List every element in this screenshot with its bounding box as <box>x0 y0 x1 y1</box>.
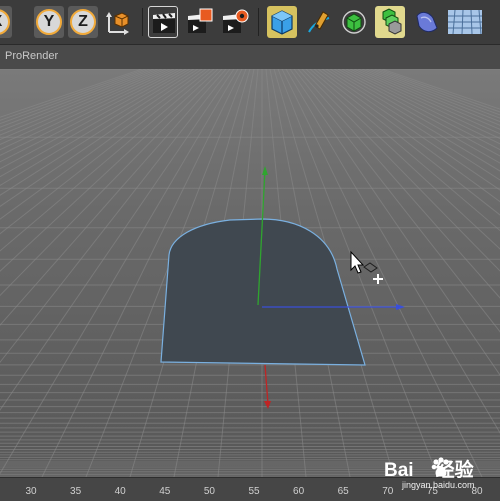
perspective-viewport[interactable] <box>0 68 500 478</box>
watermark-brand-text: Bai 经验 <box>384 455 474 482</box>
spline-pen-button[interactable] <box>303 6 333 38</box>
render-to-picture-viewer-button[interactable] <box>184 6 214 38</box>
axis-lock-y-button[interactable]: Y <box>34 6 64 38</box>
subdivision-cube-icon <box>342 10 366 34</box>
timeline-tick-label: 60 <box>293 486 305 497</box>
render-view-button[interactable] <box>148 6 178 38</box>
timeline-tick-label: 35 <box>70 486 82 497</box>
axis-z-label: Z <box>70 9 96 35</box>
axis-x-label: X <box>0 9 10 35</box>
coordinate-system-button[interactable] <box>103 6 133 38</box>
timeline-tick-label: 65 <box>337 486 349 497</box>
timeline-tick-label: 50 <box>203 486 215 497</box>
viewport-canvas[interactable] <box>0 68 500 478</box>
world-coordinates-icon <box>106 12 129 35</box>
render-picture-viewer-icon <box>188 8 213 33</box>
axis-lock-z-button[interactable]: Z <box>68 6 98 38</box>
render-settings-gear-icon <box>223 9 249 33</box>
cube-icon <box>271 10 293 35</box>
main-toolbar: X Y Z <box>0 0 500 45</box>
renderer-menu[interactable]: ProRender <box>5 50 58 62</box>
render-clapper-icon <box>153 13 175 33</box>
toolbar-separator <box>142 8 143 36</box>
toolbar-separator <box>258 8 259 36</box>
baidu-watermark: Bai 经验 jingyan.baidu.com <box>384 455 496 495</box>
subdivision-surface-button[interactable] <box>339 6 369 38</box>
timeline-tick-label: 30 <box>25 486 37 497</box>
viewport-header: ProRender <box>0 45 500 69</box>
timeline-tick-label: 55 <box>248 486 260 497</box>
cloner-cubes-icon <box>382 8 402 35</box>
deformer-button[interactable] <box>411 6 441 38</box>
floor-object-button[interactable] <box>447 6 483 38</box>
array-object-button[interactable] <box>375 6 405 38</box>
pen-tool-icon <box>308 11 330 33</box>
axis-lock-x-button[interactable]: X <box>0 6 12 38</box>
render-settings-button[interactable] <box>220 6 250 38</box>
axis-y-label: Y <box>36 9 62 35</box>
timeline-tick-label: 45 <box>159 486 171 497</box>
floor-grid-icon <box>448 9 482 35</box>
watermark-brand-part: 经验 <box>435 460 474 481</box>
watermark-url-text: jingyan.baidu.com <box>402 480 475 490</box>
bend-deformer-icon <box>416 11 438 33</box>
timeline-tick-label: 40 <box>114 486 126 497</box>
watermark-brand-part: Bai <box>384 460 414 481</box>
cube-object-button[interactable] <box>267 6 297 38</box>
